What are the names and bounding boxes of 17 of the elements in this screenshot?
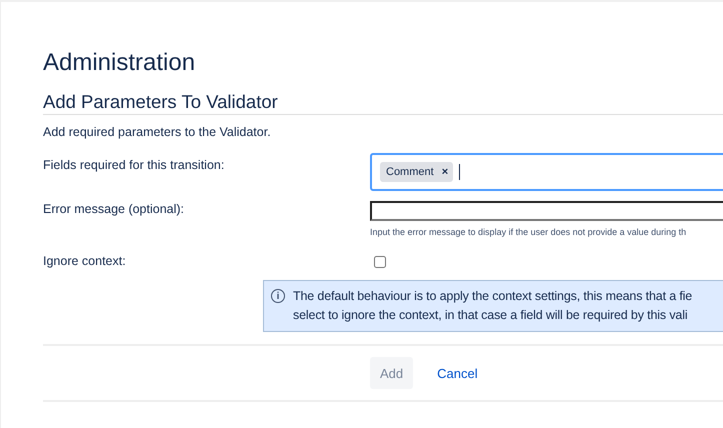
description-text: Add required parameters to the Validator.	[43, 125, 272, 139]
cancel-link[interactable]: Cancel	[437, 366, 478, 380]
info-icon: i	[271, 289, 285, 303]
field-label: Ignore context:	[43, 253, 127, 268]
text-cursor	[459, 164, 460, 180]
field-label: Error message (optional):	[43, 201, 186, 218]
tag-label: Comment	[386, 166, 434, 178]
tags-field[interactable]: Comment ×	[370, 153, 723, 191]
field-label: Fields required for this transition:	[43, 157, 226, 174]
section-title: Add Parameters To Validator	[43, 91, 723, 115]
error-message-field[interactable]	[370, 201, 723, 221]
field-hint: Input the error message to display if the user does not provide a value during th	[370, 227, 688, 237]
info-text: select to ignore the context, in that case a field will be required by this vali	[293, 307, 688, 324]
page-title: Administration	[43, 48, 196, 78]
ignore-context-checkbox[interactable]	[374, 256, 386, 268]
remove-tag-button[interactable]: ×	[442, 166, 448, 178]
info-text: The default behaviour is to apply the context settings, this means that a fie	[293, 288, 692, 305]
